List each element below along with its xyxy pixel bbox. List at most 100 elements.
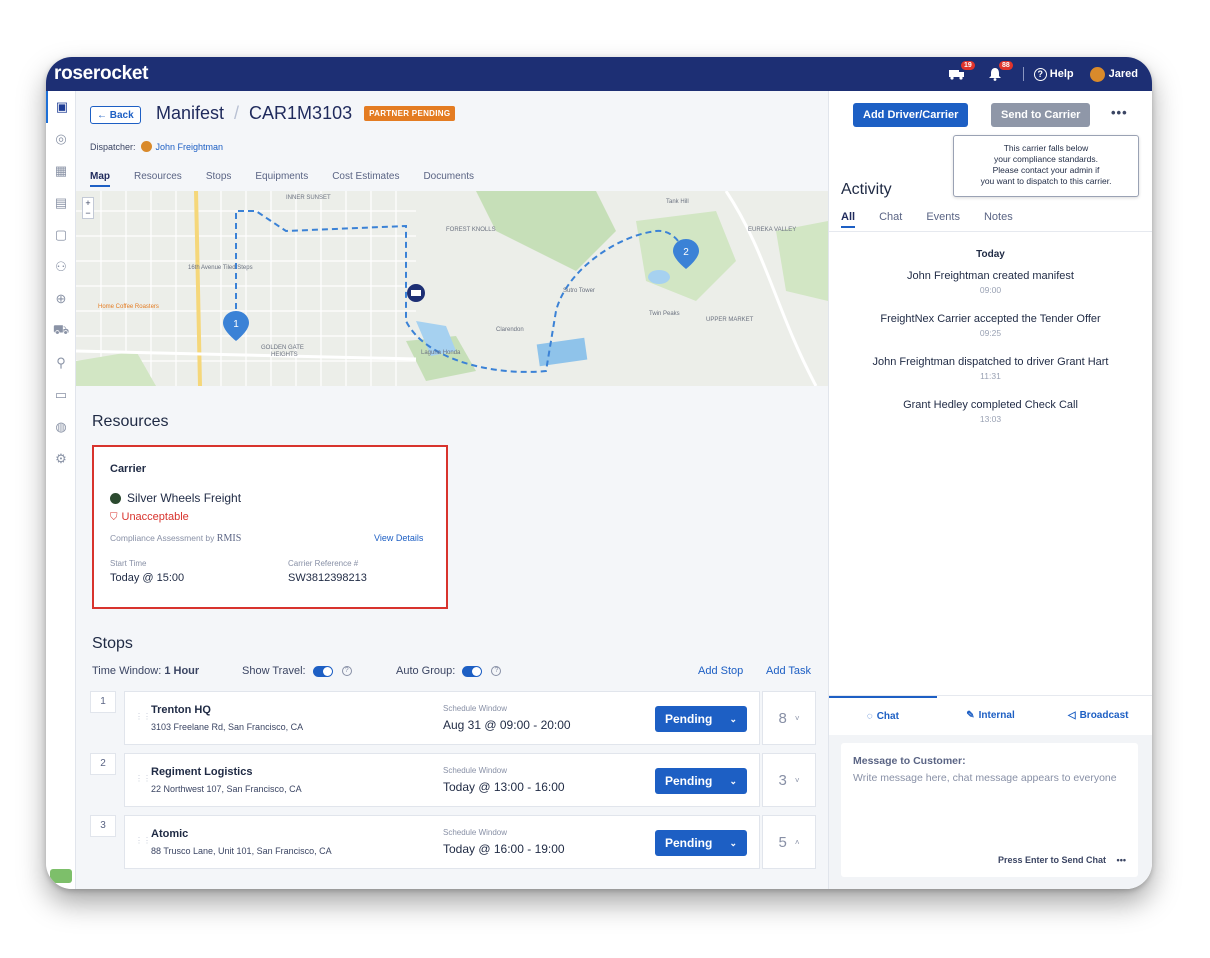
sidebar-item-globe[interactable]: ⊕ — [46, 283, 76, 315]
status-dropdown[interactable]: Pending ⌄ — [655, 706, 747, 732]
map-label-laguna-honda: Laguna Honda — [421, 350, 461, 356]
chat-message-box[interactable]: Message to Customer: Write message here,… — [841, 743, 1138, 877]
bell-icon — [988, 67, 1001, 81]
time-window[interactable]: Time Window: 1 Hour — [92, 665, 199, 677]
chat-tab-label: Internal — [978, 710, 1015, 721]
dispatcher-avatar — [140, 141, 152, 152]
sidebar-item-invoices[interactable]: ▭ — [46, 379, 76, 411]
chat-more-button[interactable]: ••• — [1117, 855, 1126, 865]
manifest-id: CAR1M3103 — [249, 103, 353, 123]
message-input[interactable]: Write message here, chat message appears… — [853, 771, 1123, 786]
user-avatar — [1089, 66, 1105, 82]
tab-stops[interactable]: Stops — [206, 171, 232, 187]
show-travel-help-icon[interactable]: ? — [341, 666, 352, 677]
status-label: Pending — [665, 774, 713, 788]
tab-equipments[interactable]: Equipments — [255, 171, 308, 187]
clipboard-icon: ▣ — [55, 99, 69, 114]
tooltip-line: Please contact your admin if — [992, 165, 1100, 175]
chat-tab-internal[interactable]: ✎ Internal — [937, 696, 1045, 735]
carrier-name[interactable]: Silver Wheels Freight — [127, 491, 241, 505]
task-count[interactable]: 3 ˅ — [762, 753, 816, 807]
more-options-button[interactable]: ••• — [1111, 105, 1128, 120]
sidebar-item-network[interactable]: ⚇ — [46, 251, 76, 283]
status-dropdown[interactable]: Pending ⌄ — [655, 830, 747, 856]
view-details-link[interactable]: View Details — [374, 533, 423, 543]
send-to-carrier-button[interactable]: Send to Carrier — [991, 103, 1091, 127]
sidebar-item-reports[interactable]: ◍ — [46, 411, 76, 443]
chat-tab-label: Broadcast — [1079, 710, 1129, 721]
stop-number: 1 — [90, 691, 116, 713]
sidebar-item-dashboard[interactable]: ◎ — [46, 123, 76, 155]
auto-group-label: Auto Group: — [396, 665, 456, 677]
map-label-golden-gate: GOLDEN GATE — [261, 345, 304, 351]
stop-row: 3 ⋮⋮ Atomic 88 Trusco Lane, Unit 101, Sa… — [90, 815, 816, 869]
add-driver-carrier-button[interactable]: Add Driver/Carrier — [853, 103, 969, 127]
map-label-tiled-steps: 16th Avenue Tiled Steps — [188, 265, 253, 271]
chevron-down-icon: ⌄ — [729, 775, 737, 786]
activity-title: Activity — [841, 181, 892, 198]
send-hint: Press Enter to Send Chat ••• — [998, 855, 1126, 865]
add-stop-button[interactable]: Add Stop — [698, 665, 743, 677]
truck-notifications[interactable]: 19 — [947, 61, 975, 82]
activity-tab-all[interactable]: All — [841, 211, 856, 228]
tooltip-line: This carrier falls below — [1003, 143, 1089, 153]
back-button[interactable]: ← Back — [90, 106, 141, 124]
dispatcher-name[interactable]: John Freightman — [156, 142, 224, 152]
tab-cost-estimates[interactable]: Cost Estimates — [332, 171, 399, 187]
calendar-icon: ▦ — [54, 163, 68, 178]
sidebar-item-manifests[interactable]: ▣ — [46, 91, 76, 123]
sidebar-item-fleet[interactable]: ⛟ — [46, 315, 76, 347]
page-title: Manifest / CAR1M3103 PARTNER PENDING — [156, 103, 456, 124]
sidebar-item-orders[interactable]: ▤ — [46, 187, 76, 219]
status-dropdown[interactable]: Pending ⌄ — [655, 768, 747, 794]
user-menu[interactable]: Jared — [1089, 66, 1138, 82]
sidebar-item-settings[interactable]: ⚙ — [46, 443, 76, 475]
chat-tab-broadcast[interactable]: ◁ Broadcast — [1044, 696, 1152, 735]
time-window-value: 1 Hour — [164, 665, 200, 677]
sidebar-item-calendar[interactable]: ▦ — [46, 155, 76, 187]
task-count[interactable]: 8 ˅ — [762, 691, 816, 745]
auto-group-help-icon[interactable]: ? — [491, 666, 502, 677]
drag-handle-icon[interactable]: ⋮⋮ — [135, 712, 151, 721]
map-label-heights: HEIGHTS — [271, 352, 298, 358]
stop-number: 3 — [90, 815, 116, 837]
stop-card[interactable]: ⋮⋮ Regiment Logistics 22 Northwest 107, … — [124, 753, 760, 807]
help-icon: ? — [1033, 67, 1047, 81]
auto-group-toggle[interactable] — [462, 665, 483, 677]
chevron-down-icon: ⌄ — [729, 713, 737, 724]
breadcrumb-separator: / — [234, 103, 240, 123]
stop-number: 2 — [90, 753, 116, 775]
sidebar-item-drivers[interactable]: ⚲ — [46, 347, 76, 379]
activity-tab-events[interactable]: Events — [926, 211, 960, 228]
drag-handle-icon[interactable]: ⋮⋮ — [135, 774, 151, 783]
map-label-eureka-valley: EUREKA VALLEY — [748, 227, 796, 233]
task-count[interactable]: 5 ˄ — [762, 815, 816, 869]
zoom-controls[interactable]: + − — [82, 197, 94, 219]
stop-card[interactable]: ⋮⋮ Trenton HQ 3103 Freelane Rd, San Fran… — [124, 691, 760, 745]
orders-icon: ▤ — [54, 195, 68, 210]
bell-notifications[interactable]: 88 — [985, 61, 1013, 82]
activity-item: John Freightman dispatched to driver Gra… — [829, 356, 1152, 381]
stop-address: 88 Trusco Lane, Unit 101, San Francisco,… — [151, 846, 332, 856]
tab-resources[interactable]: Resources — [134, 171, 182, 187]
drag-handle-icon[interactable]: ⋮⋮ — [135, 836, 151, 845]
globe-icon: ⊕ — [55, 291, 67, 306]
sidebar-item-documents[interactable]: ▢ — [46, 219, 76, 251]
activity-tab-notes[interactable]: Notes — [984, 211, 1013, 228]
carrier-card: Carrier Silver Wheels Freight ⛉ Unaccept… — [92, 445, 448, 609]
map-vehicle-marker[interactable] — [407, 284, 425, 302]
route-map[interactable]: 1 2 INNER SUNSET FOREST KNOLLS EUREKA VA… — [76, 191, 828, 386]
activity-tab-chat[interactable]: Chat — [879, 211, 902, 228]
show-travel-toggle[interactable] — [312, 665, 333, 677]
chat-tab-chat[interactable]: ◌ Chat — [829, 696, 937, 735]
manifest-tabs: Map Resources Stops Equipments Cost Esti… — [90, 171, 474, 187]
tab-map[interactable]: Map — [90, 171, 110, 187]
tab-documents[interactable]: Documents — [423, 171, 474, 187]
app-logo[interactable]: roserocket — [54, 63, 148, 85]
tooltip-line: your compliance standards. — [994, 154, 1098, 164]
add-task-button[interactable]: Add Task — [766, 665, 811, 677]
stop-card[interactable]: ⋮⋮ Atomic 88 Trusco Lane, Unit 101, San … — [124, 815, 760, 869]
help-link[interactable]: ? Help — [1033, 67, 1074, 81]
breadcrumb-manifest[interactable]: Manifest — [156, 103, 224, 124]
stop-name: Regiment Logistics — [151, 766, 253, 778]
